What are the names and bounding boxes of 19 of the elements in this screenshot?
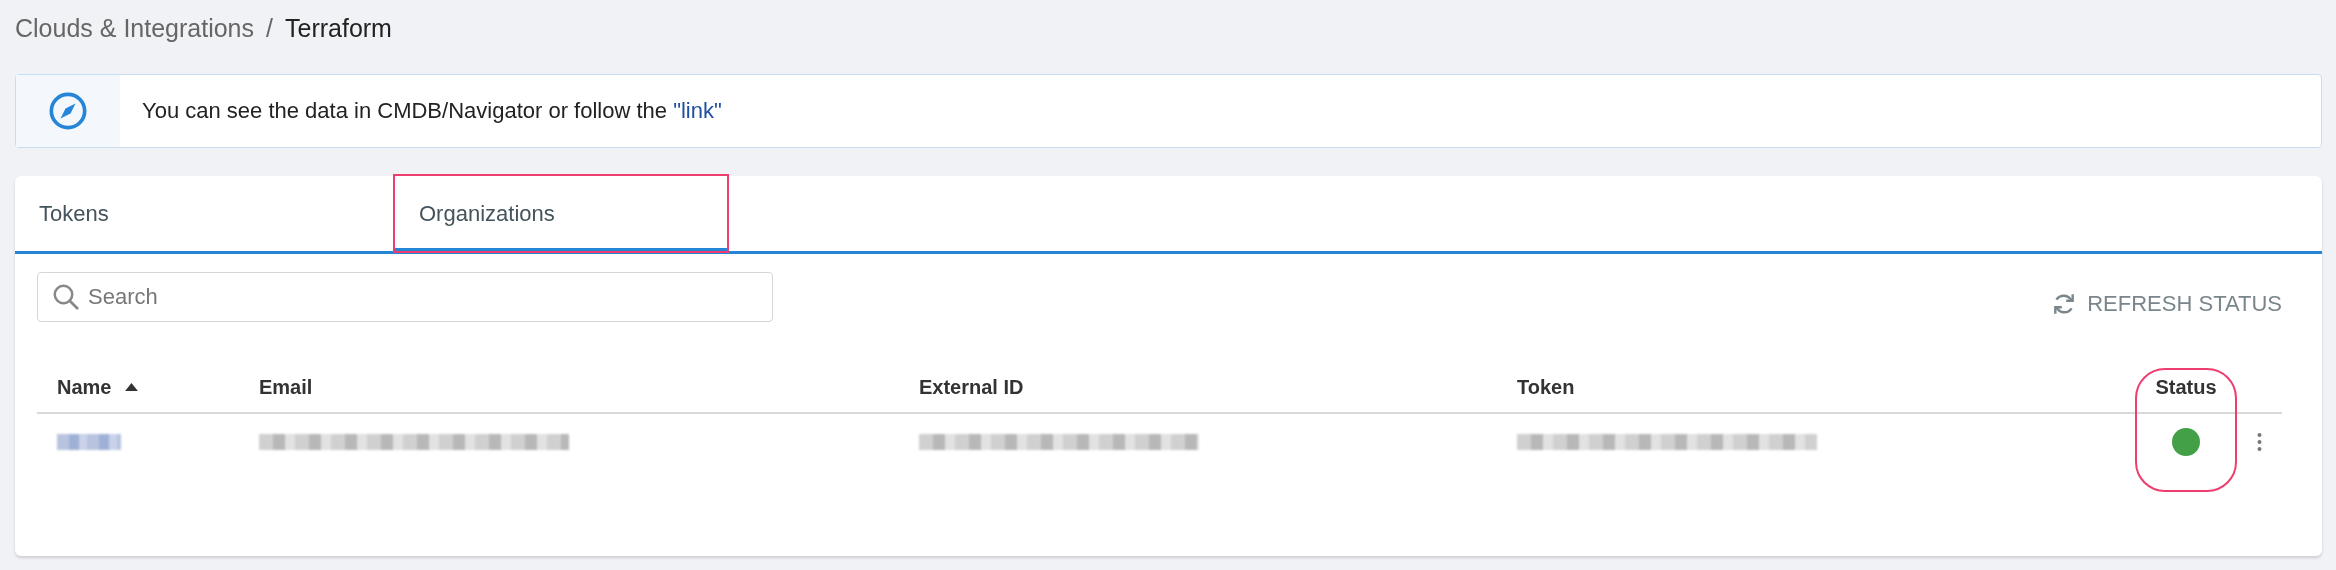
breadcrumb-separator: /: [266, 13, 273, 43]
breadcrumb-current: Terraform: [285, 13, 392, 43]
more-options-button[interactable]: [2257, 433, 2262, 451]
search-icon: [51, 282, 81, 312]
redacted-text: [57, 434, 121, 450]
column-header[interactable]: Name: [57, 375, 112, 399]
column-header[interactable]: Token: [1517, 375, 1575, 399]
tab[interactable]: Tokens: [15, 176, 395, 251]
tab[interactable]: Organizations: [395, 176, 727, 254]
link[interactable]: "link": [673, 98, 722, 124]
column-header[interactable]: Status: [2155, 375, 2217, 399]
search-field[interactable]: Search: [37, 272, 773, 322]
banner-message: You can see the data in CMDB/Navigator or follow the "link": [141, 97, 722, 126]
breadcrumb-link[interactable]: Clouds & Integrations: [15, 13, 255, 43]
refresh-button[interactable]: REFRESH STATUS: [2051, 291, 2282, 317]
column-header[interactable]: External ID: [919, 375, 1024, 399]
more-icon: [2257, 433, 2262, 451]
compass-icon: [48, 91, 88, 131]
column-header[interactable]: Email: [259, 375, 313, 399]
